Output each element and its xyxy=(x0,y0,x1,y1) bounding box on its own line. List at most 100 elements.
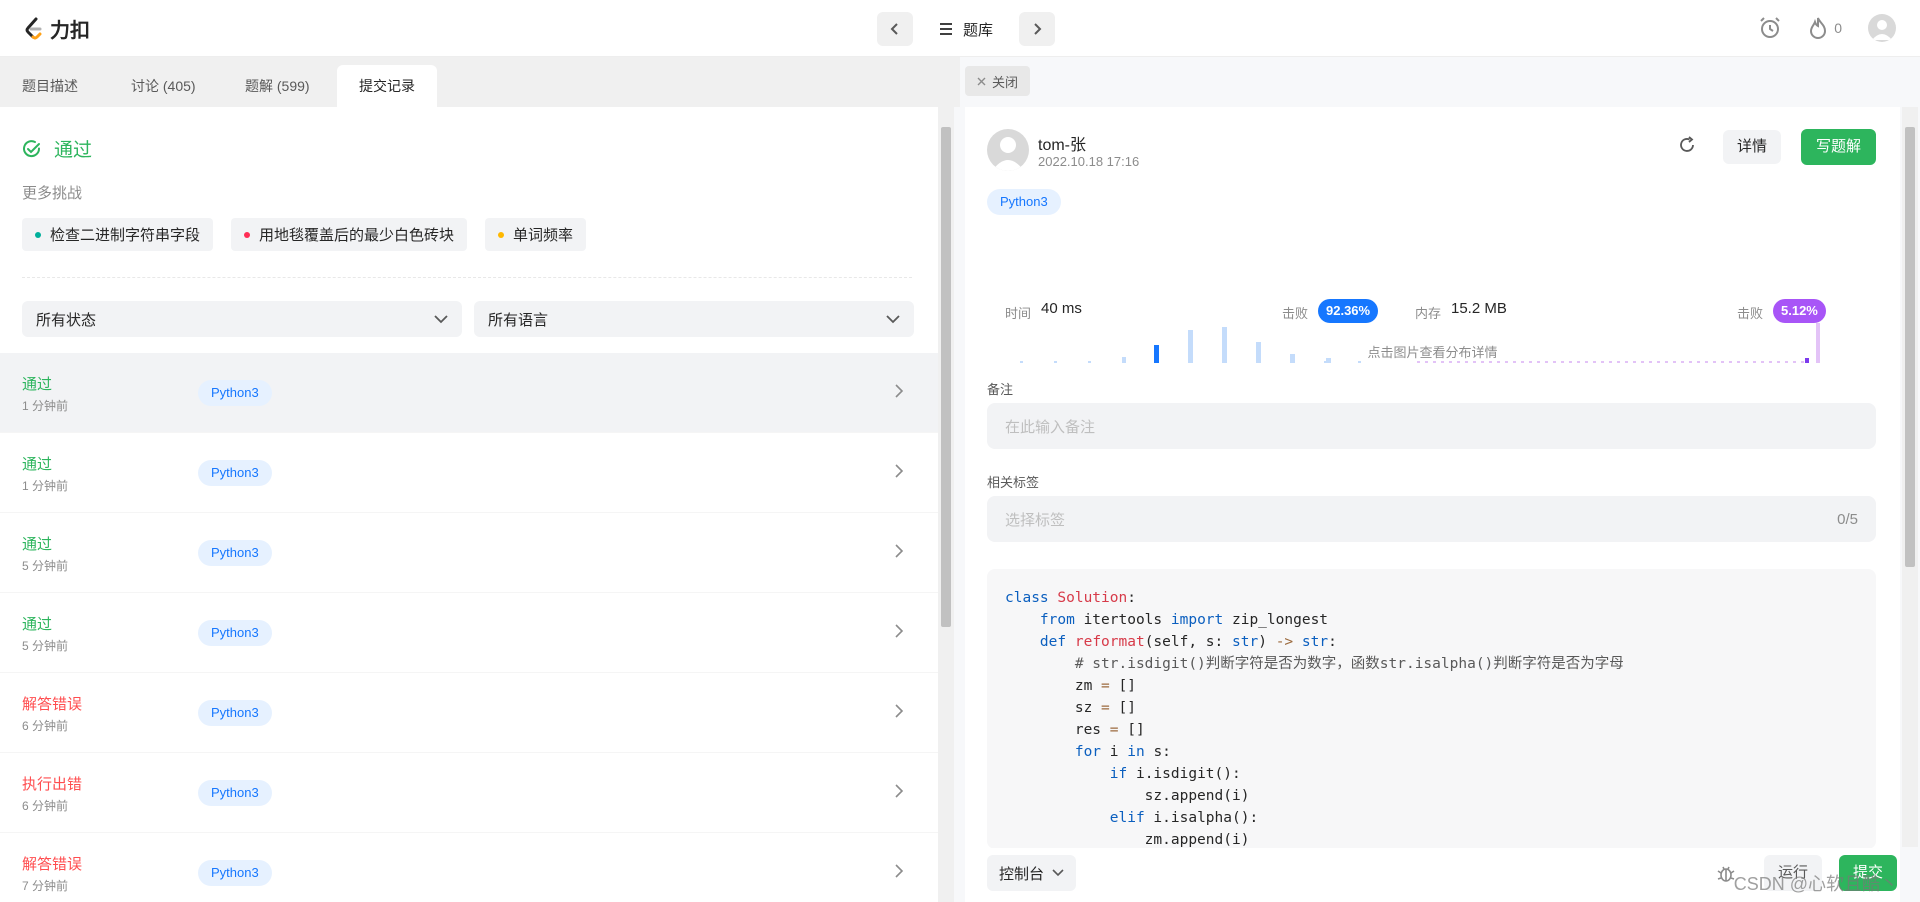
difficulty-dot-icon xyxy=(35,231,41,238)
streak-counter[interactable]: 0 xyxy=(1808,16,1842,40)
tab-submissions[interactable]: 提交记录 xyxy=(337,65,437,107)
refresh-icon[interactable] xyxy=(1677,135,1697,155)
difficulty-dot-icon xyxy=(244,231,251,238)
user-avatar-top[interactable] xyxy=(1868,14,1896,42)
close-icon xyxy=(977,77,986,85)
status-filter-select[interactable]: 所有状态 xyxy=(22,301,462,337)
tags-select[interactable]: 选择标签 0/5 xyxy=(987,496,1876,542)
submission-language: Python3 xyxy=(198,540,272,566)
submission-time: 6 分钟前 xyxy=(22,719,69,733)
chevron-right-icon xyxy=(895,384,904,398)
result-status-text: 通过 xyxy=(54,140,93,161)
note-input[interactable]: 在此输入备注 xyxy=(987,403,1876,449)
submission-row[interactable]: 通过 1 分钟前 Python3 xyxy=(0,353,938,433)
right-scrollbar-thumb[interactable] xyxy=(1905,127,1915,567)
submission-language: Python3 xyxy=(198,700,272,726)
avatar-icon xyxy=(1872,20,1892,40)
submission-row[interactable]: 通过 5 分钟前 Python3 xyxy=(0,513,938,593)
submission-status[interactable]: 解答错误 xyxy=(22,693,82,714)
submission-status[interactable]: 通过 xyxy=(22,613,52,634)
submitter-name[interactable]: tom-张 xyxy=(1038,131,1086,155)
submission-time: 5 分钟前 xyxy=(22,559,69,573)
submissions-panel: 通过 更多挑战 检查二进制字符串字段 用地毯覆盖后的最少白色砖块 单词频率 所有状态… xyxy=(0,107,938,902)
chart-hint: 点击图片查看分布详情 xyxy=(1367,345,1498,360)
right-scrollbar[interactable] xyxy=(1902,107,1918,847)
leetcode-logo[interactable]: 力扣 xyxy=(24,14,90,43)
watermark: CSDN @心软且酷丶 xyxy=(1733,874,1898,894)
runtime-value: 40 ms xyxy=(1041,300,1082,317)
challenge-chip[interactable]: 检查二进制字符串字段 xyxy=(22,218,214,251)
runtime-beat-label: 击败 xyxy=(1282,306,1309,321)
chevron-right-icon xyxy=(895,864,904,878)
memory-beat-label: 击败 xyxy=(1737,306,1764,321)
chevron-right-icon xyxy=(895,704,904,718)
submission-status[interactable]: 执行出错 xyxy=(22,773,82,794)
runtime-bar xyxy=(1088,361,1091,363)
close-label: 关闭 xyxy=(992,74,1019,90)
chevron-right-icon xyxy=(895,464,904,478)
challenge-chip[interactable]: 用地毯覆盖后的最少白色砖块 xyxy=(231,218,468,251)
submission-language: Python3 xyxy=(198,620,272,646)
challenge-label: 检查二进制字符串字段 xyxy=(50,227,201,244)
console-button[interactable]: 控制台 xyxy=(987,855,1077,891)
submission-language: Python3 xyxy=(198,860,272,886)
memory-value: 15.2 MB xyxy=(1451,300,1507,317)
avatar xyxy=(987,129,1029,171)
top-navbar: 力扣 题库 0 xyxy=(0,0,1920,57)
prev-problem-button[interactable] xyxy=(877,12,913,46)
submission-row[interactable]: 通过 1 分钟前 Python3 xyxy=(0,433,938,513)
tab-description[interactable]: 题目描述 xyxy=(22,65,78,107)
submission-row[interactable]: 解答错误 6 分钟前 Python3 xyxy=(0,673,938,753)
submission-status[interactable]: 解答错误 xyxy=(22,853,82,874)
tab-discussion[interactable]: 讨论 (405) xyxy=(131,65,196,107)
submission-status[interactable]: 通过 xyxy=(22,533,52,554)
submission-status[interactable]: 通过 xyxy=(22,453,52,474)
language-filter-select[interactable]: 所有语言 xyxy=(474,301,914,337)
submission-row[interactable]: 通过 5 分钟前 Python3 xyxy=(0,593,938,673)
chevron-right-icon xyxy=(895,784,904,798)
problem-tabs: 题目描述 讨论 (405) 题解 (599) 提交记录 xyxy=(0,57,960,107)
details-button[interactable]: 详情 xyxy=(1723,130,1782,164)
submission-detail-panel: tom-张 2022.10.18 17:16 详情 写题解 Python3 时间… xyxy=(965,107,1900,902)
performance-stats: 时间 40 ms 击败 92.36% 内存 15.2 MB 击败 5.12% xyxy=(1005,299,1865,323)
write-solution-button[interactable]: 写题解 xyxy=(1801,129,1877,165)
submission-language: Python3 xyxy=(198,380,272,406)
result-status: 通过 xyxy=(22,135,92,162)
submission-row[interactable]: 解答错误 7 分钟前 Python3 xyxy=(0,833,938,902)
difficulty-dot-icon xyxy=(498,231,505,238)
more-challenges-title: 更多挑战 xyxy=(22,185,83,202)
streak-count: 0 xyxy=(1834,20,1842,36)
submission-time: 5 分钟前 xyxy=(22,639,69,653)
alarm-clock-icon[interactable] xyxy=(1758,16,1782,40)
submission-time: 7 分钟前 xyxy=(22,879,69,893)
tags-label: 相关标签 xyxy=(987,475,1040,490)
language-badge: Python3 xyxy=(987,189,1061,215)
submission-status[interactable]: 通过 xyxy=(22,373,52,394)
submission-language: Python3 xyxy=(198,460,272,486)
left-scrollbar-thumb[interactable] xyxy=(941,127,951,627)
submission-time: 1 分钟前 xyxy=(22,399,69,413)
submission-time: 6 分钟前 xyxy=(22,799,69,813)
chevron-left-icon xyxy=(890,23,898,35)
next-problem-button[interactable] xyxy=(1019,12,1056,46)
language-filter-value: 所有语言 xyxy=(488,311,549,329)
problem-bank-button[interactable]: 题库 xyxy=(925,12,1007,46)
memory-label: 内存 xyxy=(1415,306,1442,321)
challenge-label: 用地毯覆盖后的最少白色砖块 xyxy=(259,227,455,244)
challenge-chip[interactable]: 单词频率 xyxy=(485,218,587,251)
console-label: 控制台 xyxy=(999,865,1045,883)
code-viewer[interactable]: class Solution: from itertools import zi… xyxy=(987,569,1876,849)
runtime-bar xyxy=(1358,361,1361,363)
left-scrollbar[interactable] xyxy=(938,107,954,902)
submission-row[interactable]: 执行出错 6 分钟前 Python3 xyxy=(0,753,938,833)
chevron-right-icon xyxy=(895,624,904,638)
fire-icon xyxy=(1810,17,1827,39)
code-content: class Solution: from itertools import zi… xyxy=(1005,590,1624,848)
close-detail-button[interactable]: 关闭 xyxy=(965,66,1031,96)
runtime-label: 时间 xyxy=(1005,306,1032,321)
leetcode-logo-icon xyxy=(25,17,42,39)
submission-time: 1 分钟前 xyxy=(22,479,69,493)
submission-language: Python3 xyxy=(198,780,272,806)
tab-solutions[interactable]: 题解 (599) xyxy=(245,65,310,107)
chevron-down-icon xyxy=(434,315,448,324)
